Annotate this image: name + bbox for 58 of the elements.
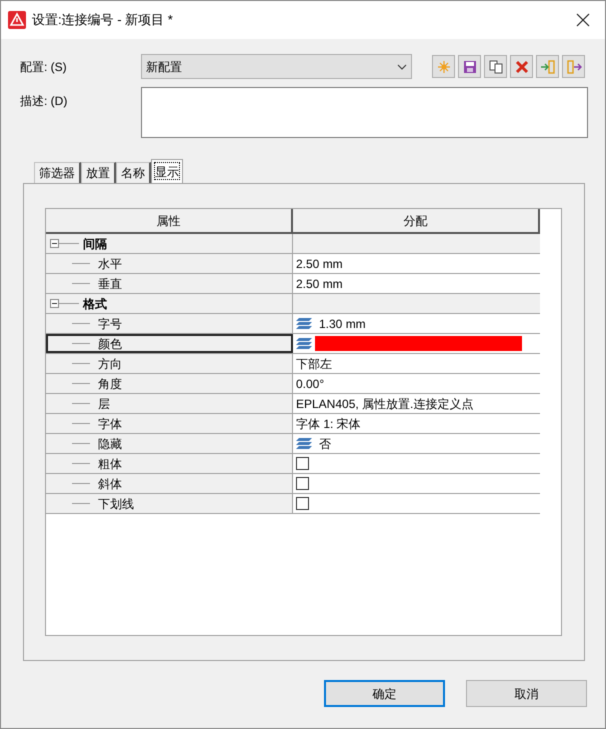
delete-button[interactable] <box>510 55 533 78</box>
warning-logo-icon <box>8 11 26 29</box>
tab[interactable]: 筛选器 <box>34 162 81 183</box>
layers-icon <box>296 437 313 450</box>
import-button[interactable] <box>536 55 559 78</box>
layers-icon <box>296 317 313 330</box>
close-icon[interactable] <box>576 13 590 27</box>
collapse-icon[interactable] <box>50 239 59 248</box>
checkbox[interactable] <box>296 497 309 510</box>
property-cell[interactable]: 斜体 <box>46 474 293 493</box>
export-icon <box>566 58 582 74</box>
checkbox[interactable] <box>296 457 309 470</box>
description-field[interactable] <box>141 87 588 138</box>
save-button[interactable] <box>458 55 481 78</box>
tab[interactable]: 名称 <box>116 162 151 183</box>
value-text: 0.00° <box>296 376 324 392</box>
value-text: 字体 1: 宋体 <box>296 416 361 432</box>
column-header[interactable]: 分配 <box>293 209 540 232</box>
property-cell[interactable]: 角度 <box>46 374 293 393</box>
property-cell[interactable]: 粗体 <box>46 454 293 473</box>
property-cell[interactable]: 颜色 <box>46 334 293 353</box>
property-cell[interactable]: 隐藏 <box>46 434 293 453</box>
dialog-button[interactable]: 确定 <box>324 680 445 707</box>
value-text: EPLAN405, 属性放置.连接定义点 <box>296 396 474 412</box>
description-label: 描述: (D) <box>20 93 68 110</box>
group-label: 格式 <box>83 296 107 312</box>
property-cell[interactable]: 垂直 <box>46 274 293 293</box>
import-icon <box>540 58 556 74</box>
copy-button[interactable] <box>484 55 507 78</box>
property-cell[interactable]: 方向 <box>46 354 293 373</box>
value-text: 否 <box>319 436 331 452</box>
dialog-button[interactable]: 取消 <box>466 680 587 707</box>
property-cell[interactable]: 层 <box>46 394 293 413</box>
export-button[interactable] <box>562 55 585 78</box>
column-header[interactable]: 属性 <box>46 209 293 232</box>
value-text: 1.30 mm <box>319 316 366 332</box>
group-label: 间隔 <box>83 236 107 252</box>
property-cell[interactable]: 字号 <box>46 314 293 333</box>
config-dropdown[interactable]: 新配置 <box>141 54 412 79</box>
sun-icon <box>436 58 452 74</box>
config-label: 配置: (S) <box>20 58 68 76</box>
property-cell[interactable]: 字体 <box>46 414 293 433</box>
tab[interactable]: 显示 <box>151 159 183 183</box>
window-title: 设置:连接编号 - 新项目 * <box>32 11 173 30</box>
chevron-down-icon <box>397 64 407 70</box>
save-icon <box>462 58 478 74</box>
value-text: 下部左 <box>296 356 332 372</box>
property-cell[interactable]: 水平 <box>46 254 293 273</box>
value-text: 2.50 mm <box>296 276 343 292</box>
color-swatch[interactable] <box>315 336 522 351</box>
tab[interactable]: 放置 <box>81 162 116 183</box>
layers-icon <box>296 337 313 350</box>
delete-icon <box>514 58 530 74</box>
property-cell[interactable]: 下划线 <box>46 494 293 513</box>
copy-icon <box>488 58 504 74</box>
collapse-icon[interactable] <box>50 299 59 308</box>
value-text: 2.50 mm <box>296 256 343 272</box>
checkbox[interactable] <box>296 477 309 490</box>
